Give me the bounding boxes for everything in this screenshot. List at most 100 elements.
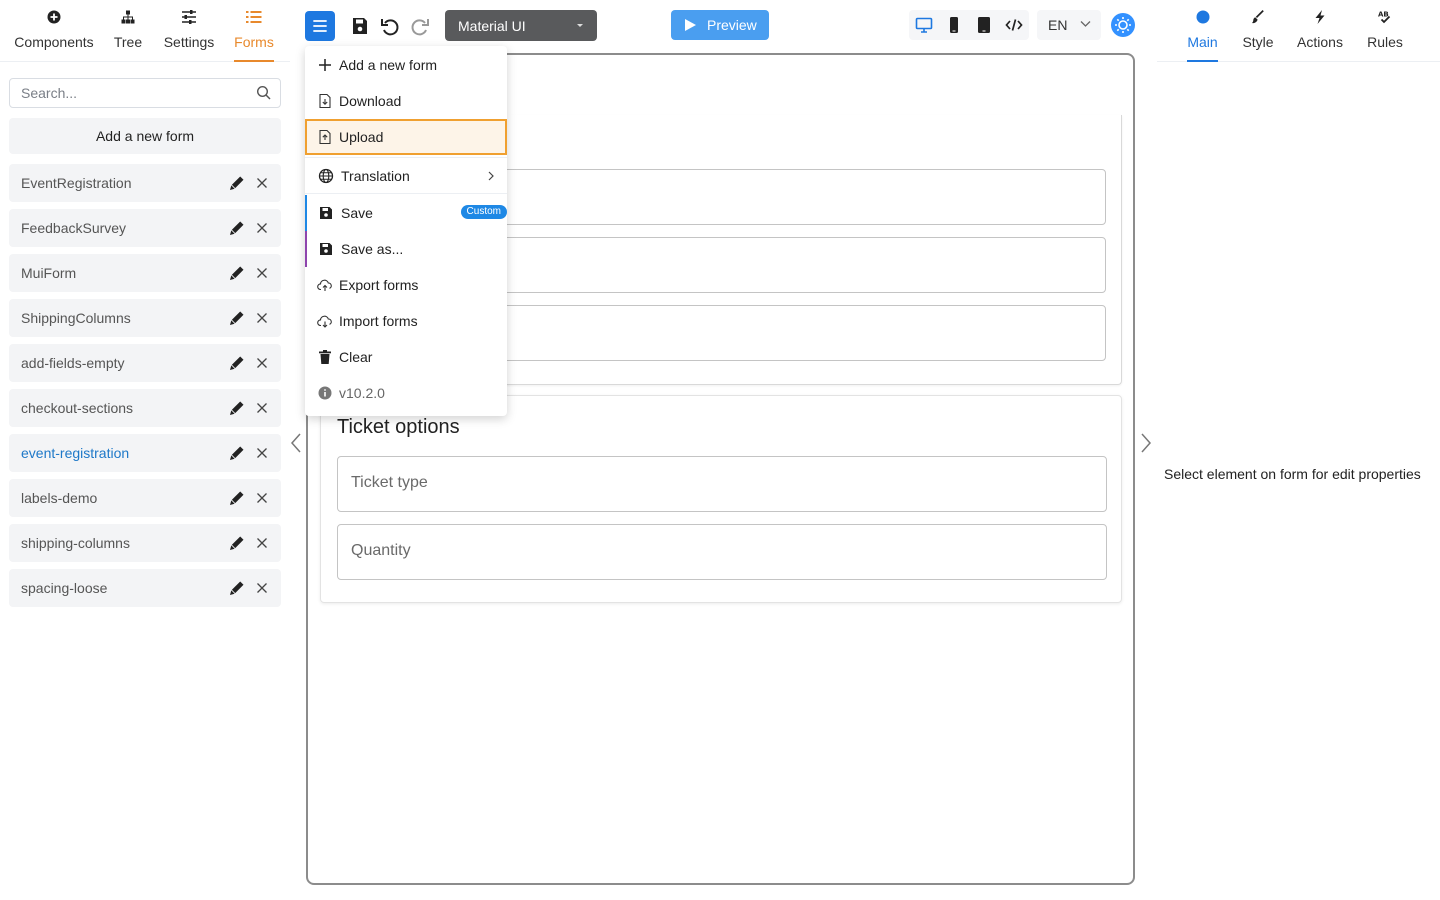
close-icon[interactable] — [255, 221, 269, 235]
left-panel: Components Tree Settings Forms Add a new… — [0, 0, 290, 900]
close-icon[interactable] — [255, 491, 269, 505]
theme-select[interactable]: Material UI — [445, 10, 597, 41]
tab-rules[interactable]: AB Rules — [1366, 8, 1404, 62]
form-list-item[interactable]: EventRegistration — [9, 164, 281, 202]
tab-settings[interactable]: Settings — [160, 8, 218, 62]
menu-item-label: Export forms — [339, 277, 419, 293]
trash-icon — [319, 350, 331, 364]
chevron-right-icon — [488, 171, 494, 181]
menu-item-save[interactable]: Save Custom — [305, 195, 507, 231]
tab-tree[interactable]: Tree — [108, 8, 148, 62]
form-list-item[interactable]: ShippingColumns — [9, 299, 281, 337]
redo-icon — [411, 19, 429, 36]
pencil-icon[interactable] — [229, 175, 245, 191]
form-list-item[interactable]: event-registration — [9, 434, 281, 472]
menu-item-export-forms[interactable]: Export forms — [305, 267, 507, 303]
tab-forms[interactable]: Forms — [234, 8, 274, 62]
menu-item-label: Download — [339, 93, 402, 109]
tablet-icon[interactable] — [975, 16, 993, 34]
tree-icon — [108, 10, 148, 32]
main-menu-dropdown: Add a new form Download Upload Translati… — [305, 46, 507, 416]
lightning-icon — [1296, 10, 1344, 32]
floppy-icon — [353, 18, 367, 34]
menu-item-clear[interactable]: Clear — [305, 339, 507, 375]
close-icon[interactable] — [255, 311, 269, 325]
accent-bar — [305, 231, 307, 267]
file-upload-icon — [319, 129, 331, 145]
right-tab-bar: Main Style Actions AB Rules — [1157, 0, 1440, 62]
menu-item-import-forms[interactable]: Import forms — [305, 303, 507, 339]
form-list-item[interactable]: spacing-loose — [9, 569, 281, 607]
menu-item-label: Upload — [339, 129, 384, 145]
pencil-icon[interactable] — [229, 490, 245, 506]
hamburger-icon — [313, 20, 327, 32]
form-list-item[interactable]: MuiForm — [9, 254, 281, 292]
preview-button-label: Preview — [707, 17, 757, 33]
pencil-icon[interactable] — [229, 400, 245, 416]
pencil-icon[interactable] — [229, 580, 245, 596]
form-list-item[interactable]: checkout-sections — [9, 389, 281, 427]
pencil-icon[interactable] — [229, 445, 245, 461]
close-icon[interactable] — [255, 581, 269, 595]
close-icon[interactable] — [255, 266, 269, 280]
close-icon[interactable] — [255, 446, 269, 460]
menu-item-add-new-form[interactable]: Add a new form — [305, 47, 507, 83]
tab-components[interactable]: Components — [10, 8, 98, 62]
close-icon[interactable] — [255, 356, 269, 370]
language-select[interactable]: EN — [1037, 10, 1101, 40]
form-name: ShippingColumns — [21, 310, 131, 326]
theme-toggle-button[interactable] — [1111, 13, 1135, 37]
pencil-icon[interactable] — [229, 310, 245, 326]
close-icon[interactable] — [255, 401, 269, 415]
tab-style[interactable]: Style — [1241, 8, 1275, 62]
pencil-icon[interactable] — [229, 535, 245, 551]
close-icon[interactable] — [255, 176, 269, 190]
search-icon[interactable] — [256, 85, 272, 101]
menu-item-label: Clear — [339, 349, 373, 365]
form-name: MuiForm — [21, 265, 77, 281]
version-label: v10.2.0 — [339, 385, 385, 401]
add-new-form-button[interactable]: Add a new form — [9, 118, 281, 154]
quantity-field[interactable]: Quantity — [337, 524, 1107, 580]
tab-main-label: Main — [1187, 34, 1218, 50]
menu-item-upload[interactable]: Upload — [305, 119, 507, 155]
form-list-item[interactable]: add-fields-empty — [9, 344, 281, 382]
form-name: FeedbackSurvey — [21, 220, 127, 236]
form-list-item[interactable]: shipping-columns — [9, 524, 281, 562]
form-section-ticket-options[interactable]: Ticket options Ticket type Quantity — [320, 395, 1122, 603]
undo-button[interactable] — [378, 14, 402, 38]
field-placeholder: Ticket type — [351, 474, 428, 491]
file-download-icon — [319, 93, 331, 109]
search-box — [9, 78, 281, 108]
form-name: checkout-sections — [21, 400, 134, 416]
main-menu-button[interactable] — [305, 11, 335, 41]
chevron-right-icon — [1141, 433, 1152, 453]
play-icon — [685, 19, 696, 31]
redo-button[interactable] — [408, 14, 432, 38]
collapse-left-panel-button[interactable] — [289, 432, 303, 454]
phone-icon[interactable] — [945, 16, 963, 34]
tab-main[interactable]: Main — [1187, 8, 1218, 62]
form-list-item[interactable]: FeedbackSurvey — [9, 209, 281, 247]
pencil-icon[interactable] — [229, 355, 245, 371]
pencil-icon[interactable] — [229, 265, 245, 281]
device-switcher — [909, 10, 1029, 40]
undo-icon — [381, 19, 399, 36]
save-toolbar-button[interactable] — [348, 14, 372, 38]
preview-button[interactable]: Preview — [671, 10, 769, 40]
menu-item-download[interactable]: Download — [305, 83, 507, 119]
close-icon[interactable] — [255, 536, 269, 550]
collapse-right-panel-button[interactable] — [1139, 432, 1153, 454]
form-name: EventRegistration — [21, 175, 132, 191]
code-icon[interactable] — [1005, 16, 1023, 34]
tab-actions[interactable]: Actions — [1296, 8, 1344, 62]
form-list-item[interactable]: labels-demo — [9, 479, 281, 517]
pencil-icon[interactable] — [229, 220, 245, 236]
menu-item-translation[interactable]: Translation — [305, 157, 507, 194]
caret-down-icon — [577, 24, 583, 27]
desktop-icon[interactable] — [915, 16, 933, 34]
menu-item-save-as[interactable]: Save as... — [305, 231, 507, 267]
svg-text:AB: AB — [1378, 11, 1389, 19]
search-input[interactable] — [10, 79, 250, 107]
ticket-type-field[interactable]: Ticket type — [337, 456, 1107, 512]
